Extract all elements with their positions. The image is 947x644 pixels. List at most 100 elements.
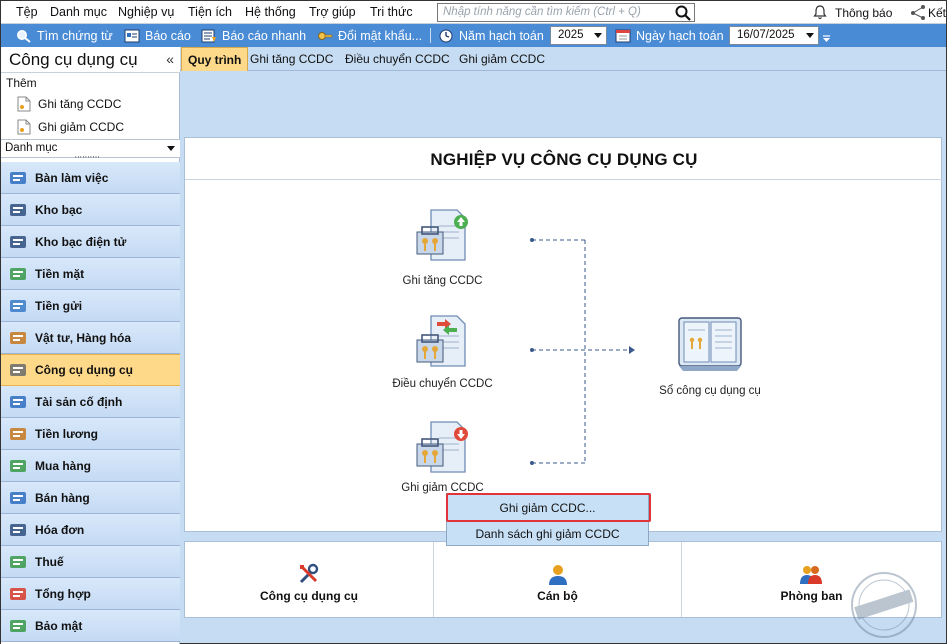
sidebar-item[interactable]: Bán hàng xyxy=(1,482,180,514)
chevron-down-icon xyxy=(594,33,602,38)
security-icon xyxy=(10,619,26,632)
tools-icon xyxy=(10,364,26,376)
fiscal-year-value: 2025 xyxy=(558,29,584,41)
decrease-tools-icon[interactable] xyxy=(413,420,471,476)
sidebar-item[interactable]: Tiền gửi xyxy=(1,290,180,322)
toolbar-overflow-icon[interactable] xyxy=(822,34,831,43)
menu-catalog[interactable]: Danh mục xyxy=(50,5,107,19)
sidebar-item-label: Tiền mặt xyxy=(35,266,85,281)
add-label: Thêm xyxy=(6,76,37,90)
treasury-icon xyxy=(10,203,26,216)
desk-icon xyxy=(10,171,26,184)
sidebar-item[interactable]: Tiền mặt xyxy=(1,258,180,290)
summary-icon xyxy=(10,587,26,600)
connect-icon[interactable] xyxy=(909,4,927,21)
ledger-label[interactable]: Sổ công cụ dụng cụ xyxy=(645,385,775,397)
menu-system[interactable]: Hệ thống xyxy=(245,5,296,19)
tab-decrease[interactable]: Ghi giảm CCDC xyxy=(453,47,551,71)
document-icon xyxy=(17,119,31,135)
sidebar-item-label: Kho bạc xyxy=(35,202,83,217)
quick-link-label: Ghi tăng CCDC xyxy=(38,97,122,111)
calendar-icon xyxy=(615,29,631,42)
report-button[interactable]: Báo cáo xyxy=(124,26,191,45)
watermark-stamp xyxy=(851,572,917,638)
sidebar-item[interactable]: Thuế xyxy=(1,546,180,578)
search-placeholder: Nhập tính năng cần tìm kiếm (Ctrl + Q) xyxy=(443,6,641,18)
find-voucher-label: Tìm chứng từ xyxy=(37,28,113,43)
sidebar-item-label: Vật tư, Hàng hóa xyxy=(35,330,132,345)
notifications-label[interactable]: Thông báo xyxy=(835,6,892,20)
sidebar-item-label: Tiền lương xyxy=(35,426,98,441)
quick-report-button[interactable]: Báo cáo nhanh xyxy=(201,26,306,45)
sidebar-item[interactable]: Tiền lương xyxy=(1,418,180,450)
sidebar: Công cụ dụng cụ « Thêm Ghi tăng CCDC Ghi… xyxy=(1,47,180,644)
collapse-sidebar-button[interactable]: « xyxy=(166,51,174,67)
category-value: Danh mục xyxy=(5,142,58,154)
sidebar-title: Công cụ dụng cụ xyxy=(9,50,138,69)
fiscal-year-label-wrap: Năm hạch toán xyxy=(438,26,544,45)
connect-label[interactable]: Kết xyxy=(928,6,946,20)
toolbar-separator xyxy=(430,28,431,43)
increase-tools-label[interactable]: Ghi tăng CCDC xyxy=(385,275,500,287)
process-panel: NGHIỆP VỤ CÔNG CỤ DỤNG CỤ Ghi tăng CCDC … xyxy=(184,137,943,532)
increase-tools-icon[interactable] xyxy=(413,208,471,264)
menu-item-decrease-list[interactable]: Danh sách ghi giảm CCDC xyxy=(447,521,648,545)
sidebar-item[interactable]: Tài sản cố định xyxy=(1,386,180,418)
goods-icon xyxy=(10,331,26,344)
sidebar-item[interactable]: Tổng hợp xyxy=(1,578,180,610)
sidebar-item[interactable]: Hóa đơn xyxy=(1,514,180,546)
quick-link-decrease[interactable]: Ghi giảm CCDC xyxy=(17,118,124,136)
sidebar-item-label: Thuế xyxy=(35,554,64,569)
sidebar-item-label: Bàn làm việc xyxy=(35,170,109,185)
sidebar-item[interactable]: Bàn làm việc xyxy=(1,162,180,194)
quick-link-label: Ghi giảm CCDC xyxy=(38,120,125,134)
chevron-down-icon xyxy=(167,146,175,151)
menu-knowledge[interactable]: Tri thức xyxy=(370,5,413,19)
tab-increase[interactable]: Ghi tăng CCDC xyxy=(244,47,339,71)
posting-date-value: 16/07/2025 xyxy=(737,29,795,41)
sidebar-item-label: Tổng hợp xyxy=(35,586,91,601)
report-icon xyxy=(124,29,140,42)
flow-connectors xyxy=(530,238,635,465)
posting-date-picker[interactable]: 16/07/2025 xyxy=(729,26,819,45)
fixed-asset-icon xyxy=(10,395,26,408)
group-icon xyxy=(800,566,822,584)
highlight-box xyxy=(446,493,651,522)
search-input[interactable]: Nhập tính năng cần tìm kiếm (Ctrl + Q) xyxy=(437,3,695,22)
posting-date-label: Ngày hạch toán xyxy=(636,28,724,43)
quick-link-increase[interactable]: Ghi tăng CCDC xyxy=(17,95,121,113)
magnifier-icon xyxy=(17,29,31,43)
menu-help[interactable]: Trợ giúp xyxy=(309,5,356,19)
tab-process[interactable]: Quy trình xyxy=(181,47,249,71)
bell-icon[interactable] xyxy=(813,5,827,20)
shortcut-tools[interactable]: Công cụ dụng cụ xyxy=(185,542,434,617)
shortcut-tools-label: Công cụ dụng cụ xyxy=(260,589,358,603)
sidebar-item-label: Bảo mật xyxy=(35,618,83,633)
menu-file[interactable]: Tệp xyxy=(16,5,38,19)
sidebar-item[interactable]: Vật tư, Hàng hóa xyxy=(1,322,180,354)
sidebar-item[interactable]: Bảo mật xyxy=(1,610,180,642)
transfer-tools-icon[interactable] xyxy=(413,314,471,370)
report-label: Báo cáo xyxy=(145,28,191,43)
change-password-button[interactable]: Đổi mật khẩu... xyxy=(317,26,422,45)
fiscal-year-select[interactable]: 2025 xyxy=(550,26,607,45)
clock-icon xyxy=(439,29,453,42)
find-voucher-button[interactable]: Tìm chứng từ xyxy=(16,26,113,45)
menu-operations[interactable]: Nghiệp vụ xyxy=(118,5,174,19)
search-icon[interactable] xyxy=(674,4,692,22)
sidebar-item[interactable]: Kho bạc điện tử xyxy=(1,226,180,258)
invoice-icon xyxy=(10,523,26,536)
sidebar-item[interactable]: Kho bạc xyxy=(1,194,180,226)
sidebar-item-label: Tài sản cố định xyxy=(35,394,123,409)
sidebar-item[interactable]: Công cụ dụng cụ xyxy=(1,354,180,386)
tab-transfer[interactable]: Điều chuyển CCDC xyxy=(339,47,456,71)
menu-utilities[interactable]: Tiện ích xyxy=(188,5,232,19)
sidebar-item-label: Hóa đơn xyxy=(35,522,85,537)
chevron-down-icon xyxy=(806,33,814,38)
shortcut-staff[interactable]: Cán bộ xyxy=(434,542,682,617)
transfer-tools-label[interactable]: Điều chuyển CCDC xyxy=(380,378,505,390)
ledger-book-icon[interactable] xyxy=(675,314,745,374)
sidebar-item[interactable]: Mua hàng xyxy=(1,450,180,482)
tab-bar: Quy trình Ghi tăng CCDC Điều chuyển CCDC… xyxy=(180,47,946,71)
sidebar-item-label: Công cụ dụng cụ xyxy=(35,363,133,377)
